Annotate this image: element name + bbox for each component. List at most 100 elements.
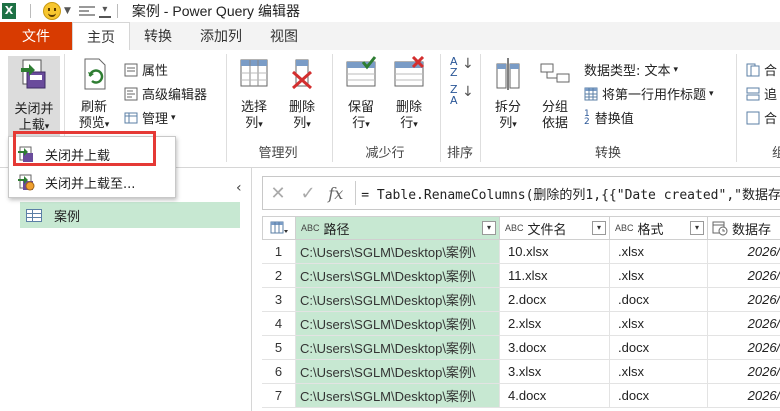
group-label-transform: 转换 [594,146,621,161]
column-header-filename[interactable]: ABC 文件名 ▾ [500,216,610,240]
close-load-to-menu-icon [18,174,35,191]
split-column-icon [496,58,520,90]
cell-date[interactable]: 2026/3/ [708,384,780,408]
menu-item-close-load-to[interactable]: 关闭并上载至... [13,169,169,195]
manage-button[interactable]: 管理 ▾ [124,108,176,127]
sort-descending-arrow-icon: ↓ [462,84,474,100]
sort-ascending-button[interactable]: AZ [450,56,458,78]
customize-qat-icon[interactable]: ▾ [98,4,111,18]
remove-columns-icon [292,59,312,90]
row-number[interactable]: 4 [262,312,296,336]
column-header-format[interactable]: ABC 格式 ▾ [610,216,708,240]
cell-format[interactable]: .xlsx [610,360,708,384]
table-icon [26,208,42,222]
cell-date[interactable]: 2026/3/ [708,288,780,312]
cell-path[interactable]: C:\Users\SGLM\Desktop\案例\ [296,336,500,360]
window-title: 案例 - Power Query 编辑器 [131,3,300,19]
row-number[interactable]: 7 [262,384,296,408]
cell-date[interactable]: 2026/3/ [708,360,780,384]
group-label-combine: 组 [772,146,780,161]
replace-values-button[interactable]: 12 替换值 [584,108,634,127]
text-type-icon[interactable]: ABC [505,223,524,233]
tab-home[interactable]: 主页 [72,22,130,50]
row-number[interactable]: 1 [262,240,296,264]
cell-filename[interactable]: 2.xlsx [500,312,610,336]
append-queries-button[interactable]: 追 [746,84,777,103]
cell-filename[interactable]: 3.docx [500,336,610,360]
formula-bar: ✕ ✓ fx = Table.RenameColumns(删除的列1,{{"Da… [262,176,780,210]
chevron-down-icon[interactable]: ▼ [64,6,71,16]
column-filter-dropdown-icon[interactable]: ▾ [592,221,606,235]
text-type-icon[interactable]: ABC [301,223,320,233]
cell-format[interactable]: .docx [610,384,708,408]
cell-date[interactable]: 2026/3/ [708,264,780,288]
row-number[interactable]: 6 [262,360,296,384]
cell-format[interactable]: .docx [610,336,708,360]
cell-path[interactable]: C:\Users\SGLM\Desktop\案例\ [296,240,500,264]
highlight-box [13,131,156,166]
remove-columns-button[interactable]: 删除 列▾ [282,56,322,133]
row-number[interactable]: 5 [262,336,296,360]
collapse-pane-icon[interactable]: ‹ [236,180,242,196]
merge-queries-button[interactable]: 合 [746,60,777,79]
query-item[interactable]: 案例 [20,202,240,228]
text-type-icon[interactable]: ABC [615,223,634,233]
first-row-headers-icon [584,87,598,100]
ribbon-tabs: 文件 主页 转换 添加列 视图 [0,22,780,50]
tab-view[interactable]: 视图 [256,22,312,50]
cell-path[interactable]: C:\Users\SGLM\Desktop\案例\ [296,312,500,336]
cell-date[interactable]: 2026/3/ [708,336,780,360]
cell-format[interactable]: .xlsx [610,264,708,288]
qat-lines-icon[interactable] [78,4,95,18]
close-load-button[interactable]: 关闭并 上载▾ [8,56,60,138]
confirm-formula-icon[interactable]: ✓ [293,183,323,204]
group-label-reduce-rows: 减少行 [365,146,405,161]
excel-app-icon: X [2,2,24,20]
cell-path[interactable]: C:\Users\SGLM\Desktop\案例\ [296,264,500,288]
cell-path[interactable]: C:\Users\SGLM\Desktop\案例\ [296,288,500,312]
cell-filename[interactable]: 10.xlsx [500,240,610,264]
cell-filename[interactable]: 3.xlsx [500,360,610,384]
column-filter-dropdown-icon[interactable]: ▾ [482,221,496,235]
cell-filename[interactable]: 2.docx [500,288,610,312]
advanced-editor-icon [124,87,138,100]
tab-add-column[interactable]: 添加列 [186,22,256,50]
remove-rows-button[interactable]: 删除 行▾ [388,55,430,133]
cell-filename[interactable]: 11.xlsx [500,264,610,288]
cell-date[interactable]: 2026/3/ [708,312,780,336]
feedback-smiley-icon[interactable] [43,2,61,20]
cell-format[interactable]: .xlsx [610,312,708,336]
cancel-formula-icon[interactable]: ✕ [263,183,293,204]
cell-date[interactable]: 2026/3/ [708,240,780,264]
tab-file[interactable]: 文件 [0,22,72,50]
sort-descending-button[interactable]: ZA [450,84,458,106]
formula-input[interactable]: = Table.RenameColumns(删除的列1,{{"Date crea… [361,184,780,203]
choose-columns-button[interactable]: 选择 列▾ [234,56,274,133]
column-header-date[interactable]: 数据存 [708,216,780,240]
split-column-button[interactable]: 拆分 列▾ [488,56,528,133]
tab-transform[interactable]: 转换 [130,22,186,50]
merge-icon [746,63,760,76]
cell-path[interactable]: C:\Users\SGLM\Desktop\案例\ [296,360,500,384]
row-number[interactable]: 3 [262,288,296,312]
data-type-dropdown[interactable]: 数据类型: 文本 ▾ [584,60,678,79]
replace-values-icon: 12 [584,108,590,127]
sort-ascending-arrow-icon: ↓ [462,56,474,72]
cell-format[interactable]: .docx [610,288,708,312]
column-filter-dropdown-icon[interactable]: ▾ [690,221,704,235]
keep-rows-button[interactable]: 保留 行▾ [340,56,382,133]
refresh-preview-button[interactable]: 刷新 预览▾ [72,56,116,133]
use-first-row-headers-button[interactable]: 将第一行用作标题 ▾ [584,84,714,103]
cell-format[interactable]: .xlsx [610,240,708,264]
cell-filename[interactable]: 4.docx [500,384,610,408]
combine-files-button[interactable]: 合 [746,108,777,127]
advanced-editor-button[interactable]: 高级编辑器 [124,84,207,103]
properties-button[interactable]: 属性 [124,60,168,79]
table-menu-button[interactable] [262,216,296,240]
datetime-type-icon[interactable] [712,220,728,236]
cell-path[interactable]: C:\Users\SGLM\Desktop\案例\ [296,384,500,408]
column-header-path[interactable]: ABC 路径 ▾ [296,216,500,240]
row-number[interactable]: 2 [262,264,296,288]
group-by-button[interactable]: 分组 依据 [534,56,576,132]
fx-icon[interactable]: fx [323,184,349,203]
